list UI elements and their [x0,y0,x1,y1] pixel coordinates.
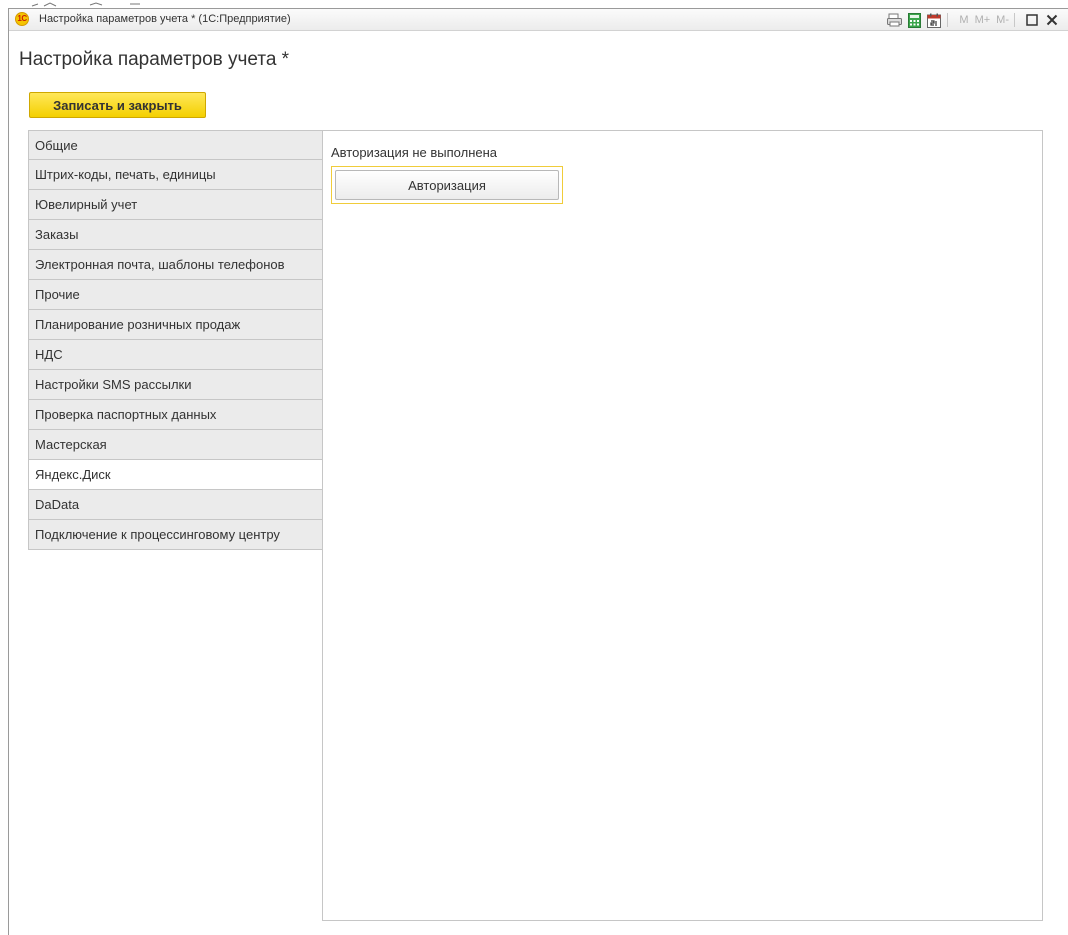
toolbar-separator [947,13,949,27]
tab-email-phone-templates[interactable]: Электронная почта, шаблоны телефонов [28,250,323,280]
authorization-button[interactable]: Авторизация [335,170,559,200]
memory-minus-button[interactable]: M- [996,14,1009,26]
maximize-icon[interactable] [1024,12,1040,28]
calculator-icon[interactable] [906,12,922,28]
authorization-status-label: Авторизация не выполнена [331,145,498,160]
tab-vat[interactable]: НДС [28,340,323,370]
memory-plus-button[interactable]: M+ [975,14,991,26]
tab-barcodes-print-units[interactable]: Штрих-коды, печать, единицы [28,160,323,190]
tab-other[interactable]: Прочие [28,280,323,310]
tab-dadata[interactable]: DaData [28,490,323,520]
title-bar: 1С Настройка параметров учета * (1С:Пред… [9,9,1068,31]
save-and-close-button[interactable]: Записать и закрыть [29,92,206,118]
calendar-icon[interactable] [926,12,942,28]
app-logo-icon: 1С [15,12,29,26]
tab-passport-check[interactable]: Проверка паспортных данных [28,400,323,430]
window-title: Настройка параметров учета * (1С:Предпри… [39,13,291,25]
toolbar-separator [1014,13,1015,27]
tab-content-panel: Авторизация не выполнена Авторизация [322,130,1043,921]
app-window: 1С Настройка параметров учета * (1С:Пред… [8,8,1068,935]
memory-m-button[interactable]: M [959,14,968,26]
close-icon[interactable] [1044,12,1060,28]
tab-workshop[interactable]: Мастерская [28,430,323,460]
authorization-button-focus-frame: Авторизация [331,166,563,204]
tab-processing-center[interactable]: Подключение к процессинговому центру [28,520,323,550]
tab-yandex-disk[interactable]: Яндекс.Диск [28,460,323,490]
title-bar-tools: M M+ M- [882,11,1060,29]
tab-orders[interactable]: Заказы [28,220,323,250]
print-preview-icon[interactable] [886,12,902,28]
tab-sms-settings[interactable]: Настройки SMS рассылки [28,370,323,400]
tab-general[interactable]: Общие [28,130,323,160]
tab-retail-sales-planning[interactable]: Планирование розничных продаж [28,310,323,340]
settings-tab-list: Общие Штрих-коды, печать, единицы Ювелир… [28,130,323,550]
page-title: Настройка параметров учета * [19,49,290,70]
tab-jewelry-accounting[interactable]: Ювелирный учет [28,190,323,220]
background-artifact [31,2,140,7]
